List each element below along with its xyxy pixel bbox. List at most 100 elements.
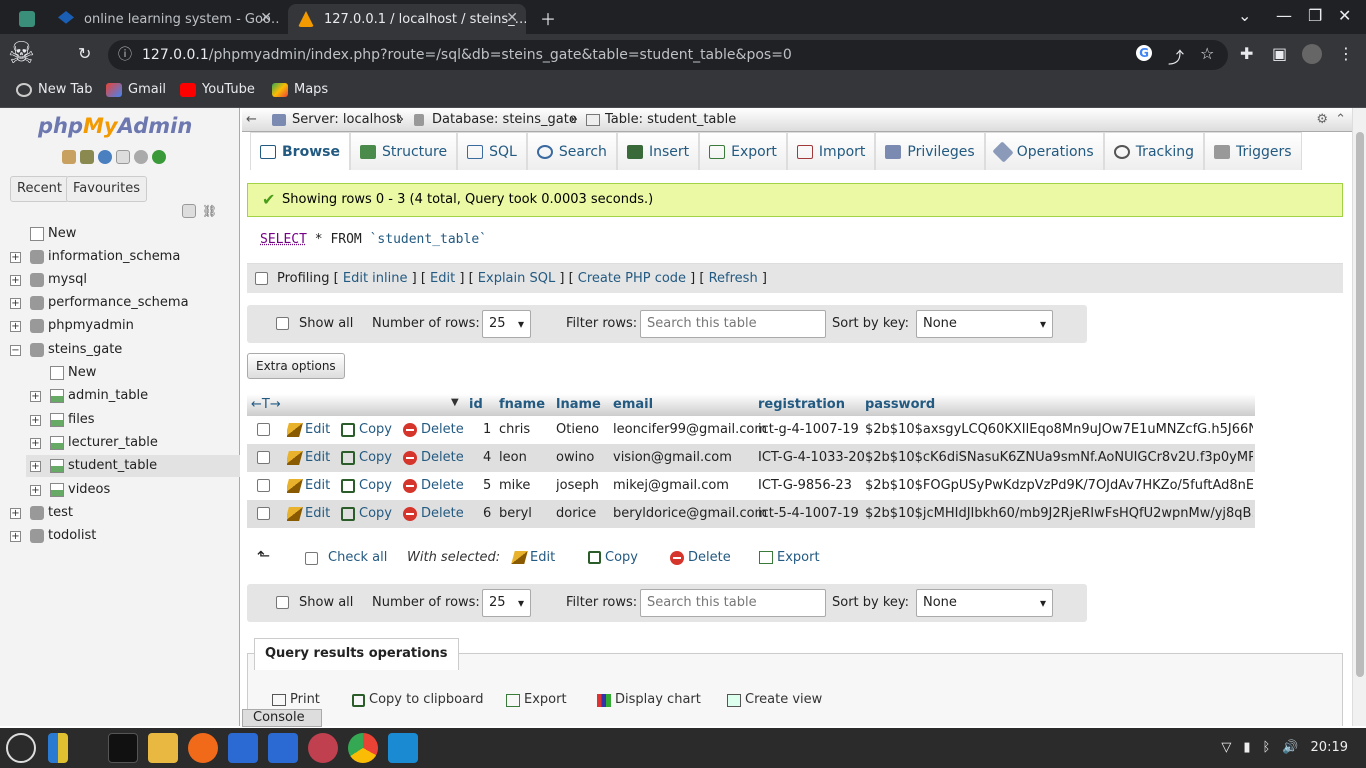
expand-icon[interactable]: + — [10, 275, 21, 286]
edit-row-button[interactable]: Edit — [287, 416, 330, 444]
explain-sql-link[interactable]: Explain SQL — [478, 271, 555, 286]
copy-row-button[interactable]: Copy — [341, 444, 392, 472]
refresh-link[interactable]: Refresh — [709, 271, 758, 286]
extensions-icon[interactable]: ✚ — [1240, 44, 1253, 63]
collapse-top-icon[interactable]: ⌃ — [1335, 108, 1346, 132]
tab-sql[interactable]: SQL — [457, 132, 527, 170]
tab-search-icon[interactable] — [14, 4, 40, 34]
files-icon[interactable] — [148, 733, 178, 763]
bookmark-star-icon[interactable]: ☆ — [1200, 44, 1214, 63]
close-tab-icon[interactable]: ✕ — [506, 10, 518, 26]
number-of-rows-select[interactable]: 25 — [482, 589, 531, 617]
bookmark-new-tab[interactable]: New Tab — [16, 82, 93, 97]
check-all-checkbox[interactable] — [305, 552, 318, 565]
reload-icon[interactable]: ↻ — [78, 44, 91, 63]
bluetooth-icon[interactable]: ᛒ — [1263, 728, 1271, 768]
collapse-nav-icon[interactable]: ← — [246, 108, 257, 132]
settings-icon[interactable] — [134, 150, 148, 164]
sort-by-key-select[interactable]: None — [916, 310, 1053, 338]
column-header-lname[interactable]: lname — [556, 397, 601, 412]
edit-row-button[interactable]: Edit — [287, 444, 330, 472]
chrome-icon[interactable] — [348, 733, 378, 763]
row-checkbox[interactable] — [257, 507, 270, 520]
phpmyadmin-logo[interactable]: phpMyAdmin — [38, 114, 192, 138]
display-chart-button[interactable]: Display chart — [589, 686, 709, 714]
tree-db-todolist[interactable]: todolist — [30, 525, 96, 547]
create-php-code-link[interactable]: Create PHP code — [578, 271, 686, 286]
browser-tab-1[interactable]: online learning system - Goo… ✕ — [48, 4, 280, 34]
logout-icon[interactable] — [80, 150, 94, 164]
tab-export[interactable]: Export — [699, 132, 787, 170]
tree-db-performance-schema[interactable]: performance_schema — [30, 292, 189, 314]
site-info-icon[interactable]: ⓘ — [118, 40, 132, 70]
filter-rows-input[interactable]: Search this table — [640, 310, 826, 338]
column-header-email[interactable]: email — [613, 397, 653, 412]
row-checkbox[interactable] — [257, 479, 270, 492]
app-icon[interactable] — [308, 733, 338, 763]
mint-menu-icon[interactable] — [6, 733, 36, 763]
create-view-button[interactable]: Create view — [719, 686, 830, 714]
copy-row-button[interactable]: Copy — [341, 500, 392, 528]
number-of-rows-select[interactable]: 25 — [482, 310, 531, 338]
table-row[interactable]: Edit Copy Delete 1 chris Otieno leoncifer99@gm… — [247, 416, 1255, 444]
column-resize-arrows-icon[interactable]: ←T→ — [251, 397, 281, 412]
breadcrumb-server[interactable]: Server: localhost — [292, 108, 401, 132]
bookmark-gmail[interactable]: Gmail — [106, 82, 166, 97]
home-icon[interactable] — [62, 150, 76, 164]
profiling-checkbox[interactable] — [255, 272, 268, 285]
tab-triggers[interactable]: Triggers — [1203, 132, 1302, 170]
maximize-icon[interactable]: ❐ — [1308, 6, 1322, 25]
new-tab-icon[interactable]: ＋ — [540, 6, 556, 30]
side-panel-icon[interactable]: ▣ — [1272, 44, 1287, 63]
minimize-icon[interactable]: — — [1276, 6, 1292, 25]
tab-import[interactable]: Import — [786, 132, 876, 170]
expand-icon[interactable]: + — [10, 298, 21, 309]
tree-db-steins-gate[interactable]: steins_gate — [30, 339, 122, 361]
delete-row-button[interactable]: Delete — [403, 500, 464, 528]
bulk-copy-button[interactable]: Copy — [588, 543, 638, 573]
link-icon[interactable]: ⛓ — [202, 204, 217, 218]
delete-row-button[interactable]: Delete — [403, 472, 464, 500]
reload-nav-icon[interactable] — [152, 150, 166, 164]
tree-db-phpmyadmin[interactable]: phpmyadmin — [30, 315, 134, 337]
table-row[interactable]: Edit Copy Delete 6 beryl dorice beryldorice@gm… — [247, 500, 1255, 528]
tab-operations[interactable]: Operations — [984, 132, 1104, 170]
check-all-label[interactable]: Check all — [328, 543, 387, 573]
tab-search[interactable]: Search — [526, 132, 617, 170]
collapse-all-icon[interactable] — [182, 204, 196, 218]
expand-icon[interactable]: + — [30, 438, 41, 449]
address-bar[interactable]: ⓘ 127.0.0.1/phpmyadmin/index.php?route=/… — [108, 40, 1228, 70]
expand-icon[interactable]: + — [10, 531, 21, 542]
copy-row-button[interactable]: Copy — [341, 416, 392, 444]
expand-icon[interactable]: + — [30, 485, 41, 496]
copy-to-clipboard-button[interactable]: Copy to clipboard — [344, 686, 491, 714]
close-window-icon[interactable]: ✕ — [1338, 6, 1351, 25]
row-checkbox[interactable] — [257, 451, 270, 464]
main-scrollbar[interactable] — [1352, 108, 1366, 726]
extra-options-button[interactable]: Extra options — [247, 353, 345, 379]
edit-row-button[interactable]: Edit — [287, 472, 330, 500]
expand-icon[interactable]: + — [30, 391, 41, 402]
browser-tab-2[interactable]: 127.0.0.1 / localhost / steins_… ✕ — [288, 4, 526, 34]
copy-row-button[interactable]: Copy — [341, 472, 392, 500]
tree-db-mysql[interactable]: mysql — [30, 269, 87, 291]
expand-icon[interactable]: + — [30, 415, 41, 426]
help-icon[interactable] — [98, 150, 112, 164]
profile-avatar[interactable] — [1302, 44, 1322, 64]
share-icon[interactable]: ⤴ — [1168, 44, 1184, 68]
close-tab-icon[interactable]: ✕ — [260, 10, 272, 26]
tree-db-test[interactable]: test — [30, 502, 73, 524]
tab-privileges[interactable]: Privileges — [875, 132, 985, 170]
sort-triangle-icon[interactable]: ▼ — [451, 397, 459, 408]
delete-row-button[interactable]: Delete — [403, 416, 464, 444]
delete-row-button[interactable]: Delete — [403, 444, 464, 472]
bulk-delete-button[interactable]: Delete — [670, 543, 731, 573]
filezilla-icon[interactable] — [388, 733, 418, 763]
tree-table-admin-table[interactable]: admin_table — [50, 385, 148, 407]
network-icon[interactable]: ▽ — [1221, 728, 1231, 768]
workspace-switcher-icon[interactable] — [48, 733, 68, 763]
google-lens-icon[interactable]: G — [1136, 45, 1152, 61]
gear-icon[interactable]: ⚙ — [1316, 108, 1328, 132]
expand-icon[interactable]: + — [10, 321, 21, 332]
edit-inline-link[interactable]: Edit inline — [343, 271, 408, 286]
